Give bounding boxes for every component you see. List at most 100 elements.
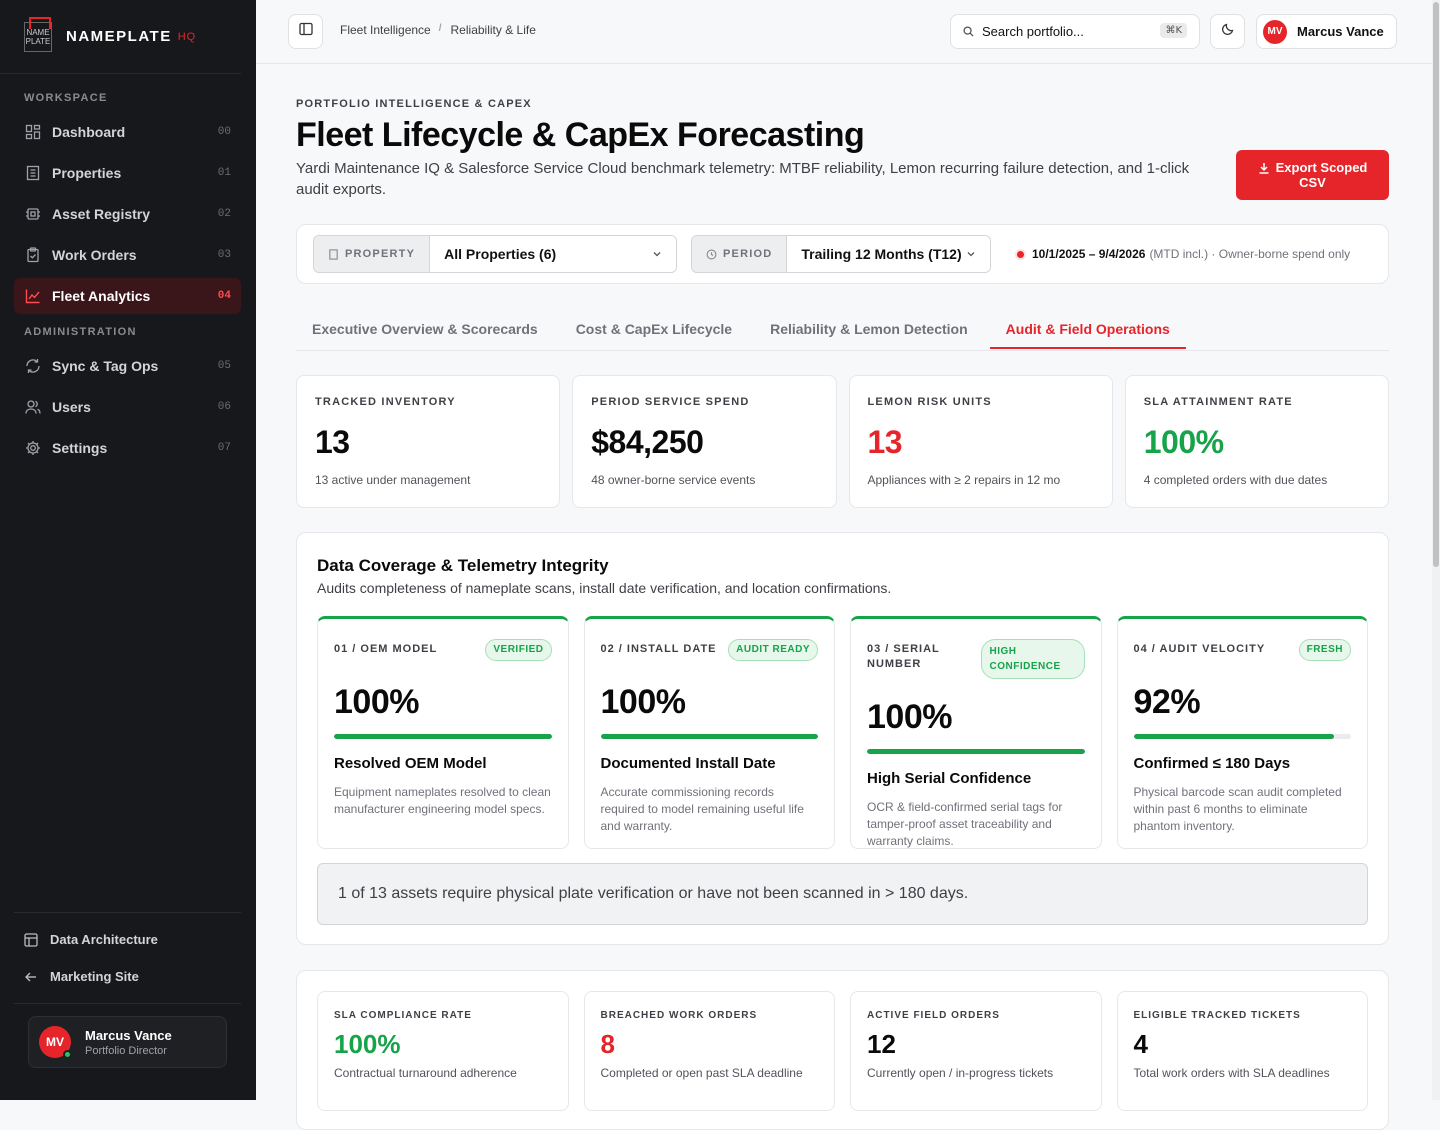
coverage-card: 02 / INSTALL DATE AUDIT READY 100% Document… <box>583 616 835 849</box>
page-subtitle: Yardi Maintenance IQ & Salesforce Servic… <box>296 160 1190 198</box>
clock-icon <box>706 249 717 260</box>
chevron-down-icon <box>966 249 976 259</box>
user-name: Marcus Vance <box>1297 24 1384 39</box>
sidebar-item-label: Work Orders <box>52 247 137 263</box>
coverage-card-description: Accurate commissioning records required … <box>600 785 804 833</box>
brand-name: NAMEPLATE <box>66 28 172 45</box>
status-badge: AUDIT READY <box>728 639 818 661</box>
data-architecture-link[interactable]: Data Architecture <box>14 921 241 958</box>
live-dot-icon <box>1017 250 1024 258</box>
progress-bar <box>334 734 552 739</box>
coverage-card-label: 02 / INSTALL DATE <box>600 643 717 655</box>
download-icon <box>1258 162 1270 174</box>
coverage-card-title: Confirmed ≤ 180 Days <box>1133 755 1291 772</box>
kpi-description: Appliances with ≥ 2 repairs in 12 mo <box>867 473 1061 487</box>
sla-label: ELIGIBLE TRACKED TICKETS <box>1133 1010 1301 1021</box>
page-title: Fleet Lifecycle & CapEx Forecasting <box>296 116 865 154</box>
sidebar-item-label: Sync & Tag Ops <box>52 358 159 374</box>
kpi-description: 13 active under management <box>315 473 471 487</box>
sidebar-item-label: Settings <box>52 440 108 456</box>
sidebar: NAME PLATE NAMEPLATE HQ WORKSPACE Dashbo… <box>0 0 256 1100</box>
sidebar-item-work-orders[interactable]: Work Orders 03 <box>14 237 241 273</box>
chip-icon <box>24 205 42 223</box>
kpi-card: SLA ATTAINMENT RATE 100% 4 completed order… <box>1124 375 1389 508</box>
sla-label: BREACHED WORK ORDERS <box>600 1010 758 1021</box>
sla-value: 8 <box>600 1029 615 1059</box>
verification-notice: 1 of 13 assets require physical plate ve… <box>317 863 1368 925</box>
user-menu-button[interactable]: MV Marcus Vance <box>1256 14 1397 49</box>
gear-icon <box>24 439 42 457</box>
user-card[interactable]: MV Marcus Vance Portfolio Director <box>28 1016 227 1068</box>
kpi-value: 13 <box>315 424 350 460</box>
progress-bar <box>1133 734 1351 739</box>
breadcrumb-item[interactable]: Reliability & Life <box>451 23 536 37</box>
sla-value: 100% <box>334 1029 401 1059</box>
sidebar-item-fleet-analytics[interactable]: Fleet Analytics 04 <box>14 278 241 314</box>
coverage-card-value: 100% <box>867 698 952 736</box>
date-range: 10/1/2025 – 9/4/2026 <box>1032 247 1146 261</box>
progress-bar <box>867 749 1085 754</box>
page-kicker: PORTFOLIO INTELLIGENCE & CAPEX <box>296 98 532 110</box>
theme-toggle-button[interactable] <box>1210 14 1245 49</box>
period-label: PERIOD <box>723 248 773 260</box>
administration-section-label: ADMINISTRATION <box>24 326 137 338</box>
sidebar-item-dashboard[interactable]: Dashboard 00 <box>14 114 241 150</box>
panel-left-icon <box>298 22 313 41</box>
brand-suffix: HQ <box>177 30 197 43</box>
sidebar-item-settings[interactable]: Settings 07 <box>14 430 241 466</box>
brand[interactable]: NAME PLATE NAMEPLATE HQ <box>0 0 241 74</box>
sla-cards: SLA COMPLIANCE RATE 100% Contractual turna… <box>317 991 1368 1111</box>
chart-icon <box>24 287 42 305</box>
users-icon <box>24 398 42 416</box>
date-range-note: (MTD incl.) · Owner-borne spend only <box>1149 247 1351 261</box>
arrow-left-icon <box>24 970 40 984</box>
sidebar-toggle-button[interactable] <box>288 14 323 49</box>
period-select[interactable]: PERIOD Trailing 12 Months (T12) <box>691 235 991 273</box>
sidebar-item-users[interactable]: Users 06 <box>14 389 241 425</box>
avatar: MV <box>1263 19 1287 44</box>
sidebar-item-asset-registry[interactable]: Asset Registry 02 <box>14 196 241 232</box>
sla-card: ACTIVE FIELD ORDERS 12 Currently open / in… <box>850 991 1102 1111</box>
filter-bar: PROPERTY All Properties (6) PERIOD Trail… <box>296 224 1389 284</box>
building-icon <box>328 248 339 260</box>
tab-executive-overview-scorecards[interactable]: Executive Overview & Scorecards <box>296 310 554 348</box>
coverage-card: 03 / SERIAL NUMBER HIGH CONFIDENCE 100% Hig… <box>850 616 1102 849</box>
sidebar-item-label: Users <box>52 399 91 415</box>
panel-title: Data Coverage & Telemetry Integrity <box>317 556 609 575</box>
coverage-card-label: 01 / OEM MODEL <box>334 643 438 655</box>
tab-cost-capex-lifecycle[interactable]: Cost & CapEx Lifecycle <box>560 310 748 348</box>
data-coverage-panel: Data Coverage & Telemetry Integrity Audi… <box>296 532 1389 945</box>
sidebar-bottom-links: Data Architecture Marketing Site <box>14 912 241 995</box>
search-icon <box>963 26 974 37</box>
sidebar-item-number: 07 <box>217 442 231 454</box>
topbar: Fleet Intelligence / Reliability & Life … <box>256 0 1432 64</box>
kpi-label: PERIOD SERVICE SPEND <box>591 396 750 408</box>
sidebar-item-number: 03 <box>217 249 231 261</box>
sidebar-item-sync-tag-ops[interactable]: Sync & Tag Ops 05 <box>14 348 241 384</box>
scrollbar-thumb[interactable] <box>1433 2 1439 567</box>
sidebar-item-properties[interactable]: Properties 01 <box>14 155 241 191</box>
tab-reliability-lemon-detection[interactable]: Reliability & Lemon Detection <box>754 310 984 348</box>
export-csv-button[interactable]: Export Scoped CSV <box>1236 150 1389 200</box>
divider <box>14 1003 241 1004</box>
search-input[interactable]: Search portfolio... ⌘K <box>950 14 1200 49</box>
sla-card: SLA COMPLIANCE RATE 100% Contractual turna… <box>317 991 569 1111</box>
coverage-card: 04 / AUDIT VELOCITY FRESH 92% Confirmed ≤ 1… <box>1116 616 1368 849</box>
status-badge: VERIFIED <box>485 639 552 661</box>
sla-description: Completed or open past SLA deadline <box>600 1066 803 1080</box>
dashboard-icon <box>24 123 42 141</box>
panel-subtitle: Audits completeness of nameplate scans, … <box>317 580 892 596</box>
page-scrollbar[interactable] <box>1432 0 1440 1100</box>
coverage-card-value: 92% <box>1133 683 1201 721</box>
sla-label: ACTIVE FIELD ORDERS <box>867 1010 1000 1021</box>
moon-icon <box>1221 22 1235 41</box>
progress-bar <box>600 734 818 739</box>
breadcrumb-item[interactable]: Fleet Intelligence <box>340 23 431 37</box>
tab-audit-field-operations[interactable]: Audit & Field Operations <box>989 310 1186 349</box>
building-icon <box>24 164 42 182</box>
sla-value: 12 <box>867 1029 896 1059</box>
marketing-site-link[interactable]: Marketing Site <box>14 958 241 995</box>
kpi-description: 4 completed orders with due dates <box>1143 473 1328 487</box>
coverage-card: 01 / OEM MODEL VERIFIED 100% Resolved OEM M… <box>317 616 569 849</box>
property-select[interactable]: PROPERTY All Properties (6) <box>313 235 677 273</box>
